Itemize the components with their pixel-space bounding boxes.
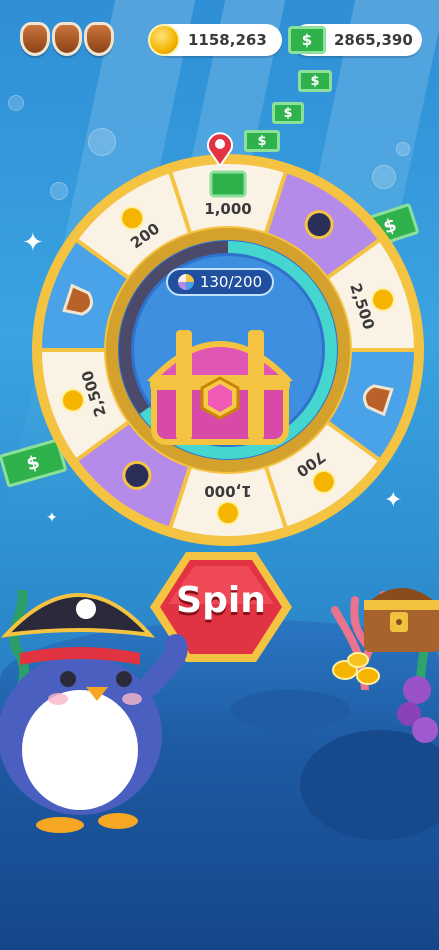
cash-icon: $: [288, 26, 326, 54]
penguin-pirate-character: [0, 593, 188, 833]
coin-pile: [332, 652, 380, 685]
shield-icon: [20, 22, 50, 56]
treasure-chest-icon: [146, 330, 294, 445]
cash-icon: [209, 170, 247, 198]
shield-icon: [84, 22, 114, 56]
wheel-segment-label: 1,000: [204, 200, 251, 218]
shield-counter: [20, 22, 114, 56]
rock: [230, 690, 350, 730]
cash-balance-value: 2865,390: [334, 31, 413, 49]
cash-bill-icon: $: [272, 102, 304, 124]
wheel-segment-content: 1,000: [204, 170, 252, 218]
bubble: [8, 95, 24, 111]
coin-balance-value: 1158,263: [188, 31, 267, 49]
coin-balance[interactable]: 1158,263: [148, 24, 282, 56]
cash-bill-icon: $: [298, 70, 332, 92]
cash-bill-icon: $: [244, 130, 280, 152]
anemone-decoration: [397, 676, 438, 743]
shield-icon: [52, 22, 82, 56]
wheel-icon: [177, 274, 194, 290]
cash-balance[interactable]: $ 2865,390: [288, 24, 422, 56]
wheel-pointer-icon: [207, 132, 233, 166]
treasure-chest-icon: [364, 588, 439, 652]
wheel-segment-label: 1,000: [204, 482, 251, 500]
coin-icon: [216, 501, 240, 525]
spin-progress-value: 130/200: [199, 273, 263, 291]
spin-progress-counter: 130/200: [166, 268, 274, 296]
coin-icon: [148, 24, 180, 56]
